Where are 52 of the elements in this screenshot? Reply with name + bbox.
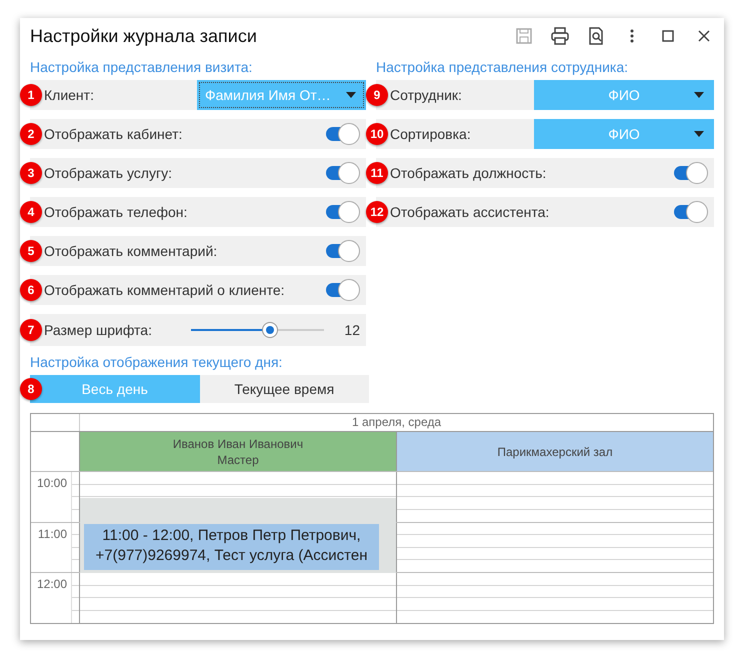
dropdown[interactable]: ФИО: [534, 80, 714, 110]
caret-icon: [694, 131, 704, 137]
column-title: Парикмахерский зал: [497, 444, 613, 460]
toggle-switch[interactable]: [326, 201, 360, 223]
toggle-switch[interactable]: [326, 279, 360, 301]
number-badge: 11: [366, 162, 388, 184]
time-label: 11:00: [38, 526, 67, 540]
setting-label: Отображать комментарий:: [43, 242, 218, 261]
caret-icon: [694, 92, 704, 98]
print-icon[interactable]: [550, 26, 570, 46]
appointment-block[interactable]: 11:00 - 12:00, Петров Петр Петрович, +7(977)9269974, Тест услуга (Ассистен: [84, 524, 379, 570]
column-title: Иванов Иван Иванович: [172, 436, 304, 452]
setting-label: Отображать телефон:: [43, 202, 188, 222]
column-title: Мастер: [217, 452, 259, 468]
number-badge: 4: [20, 201, 42, 223]
number-badge: 12: [366, 201, 388, 223]
number-badge: 10: [366, 123, 388, 145]
setting-label: Клиент:: [43, 86, 94, 104]
toggle-switch[interactable]: [674, 162, 708, 184]
number-badge: 7: [20, 319, 42, 341]
toggle-switch[interactable]: [674, 201, 708, 223]
number-badge: 9: [366, 84, 388, 106]
dropdown[interactable]: ФИО: [534, 119, 714, 149]
time-label: 10:00: [36, 476, 67, 490]
toggle-switch[interactable]: [326, 123, 360, 145]
number-badge: 1: [20, 84, 42, 106]
section-heading: Настройка отображения текущего дня:: [30, 353, 284, 372]
number-badge: 5: [20, 240, 42, 262]
toggle-switch[interactable]: [326, 240, 360, 262]
setting-label: Отображать кабинет:: [43, 124, 182, 144]
section-heading: Настройка представления визита:: [30, 58, 254, 77]
setting-label: Отображать услугу:: [43, 164, 172, 183]
setting-label: Отображать комментарий о клиенте:: [43, 280, 285, 300]
section-heading: Настройка представления сотрудника:: [376, 58, 629, 77]
caret-icon: [346, 92, 356, 98]
setting-label: Отображать должность:: [389, 164, 546, 183]
slider-value: 12: [344, 320, 360, 340]
time-label: 12:00: [36, 577, 67, 591]
window-title: Настройки журнала записи: [30, 24, 257, 48]
dropdown[interactable]: Фамилия Имя От…: [197, 80, 366, 110]
toggle-switch[interactable]: [326, 162, 360, 184]
segment-tab[interactable]: Текущее время: [200, 375, 369, 403]
number-badge: 2: [20, 123, 42, 145]
setting-label: Сортировка:: [389, 124, 471, 144]
number-badge: 8: [20, 378, 42, 400]
setting-label: Отображать ассистента:: [389, 202, 550, 222]
number-badge: 6: [20, 279, 42, 301]
setting-label: Размер шрифта:: [43, 320, 152, 340]
date-header: 1 апреля, среда: [79, 414, 713, 431]
slider-thumb[interactable]: [262, 322, 278, 338]
setting-label: Сотрудник:: [389, 86, 462, 105]
number-badge: 3: [20, 162, 42, 184]
